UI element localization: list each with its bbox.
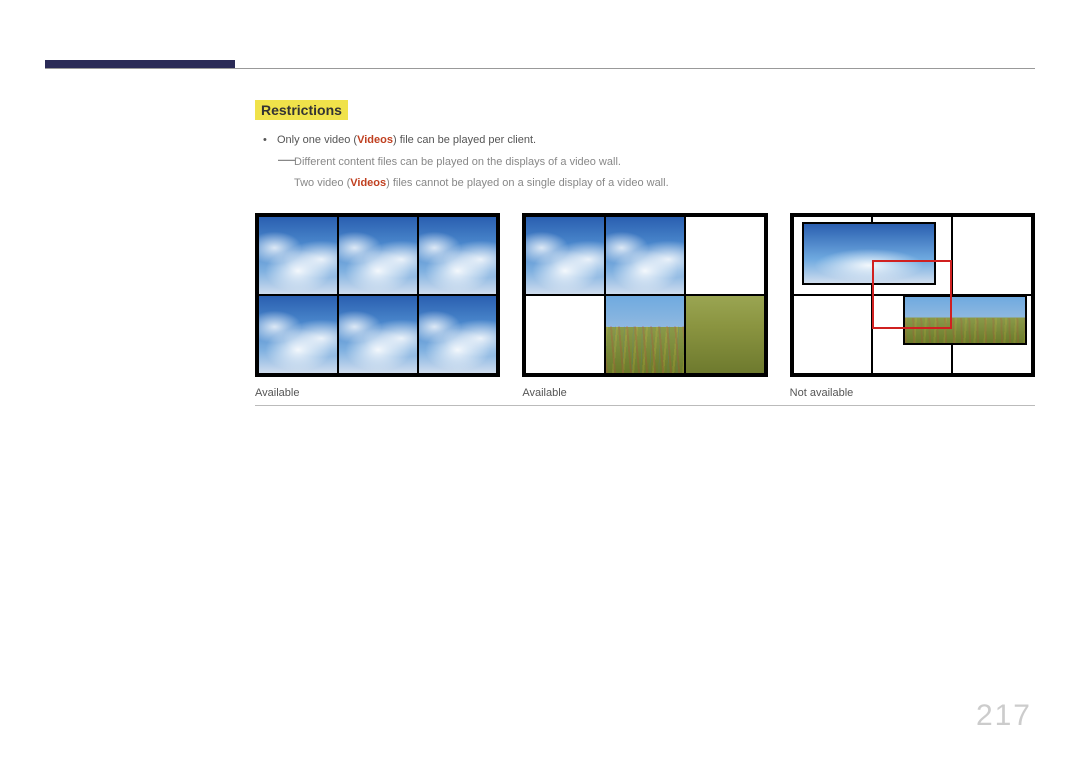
note-line-2-em: Videos — [350, 177, 386, 189]
note-line-2-pre: Two video ( — [294, 177, 350, 189]
captions-row: Available Available Not available — [255, 387, 1035, 406]
page-number: 217 — [976, 699, 1032, 733]
bullet-text-post: ) file can be played per client. — [393, 134, 536, 146]
cell — [418, 216, 498, 295]
note-dash-icon: ― — [278, 154, 296, 164]
note-line-1: Different content files can be played on… — [294, 154, 1035, 171]
cell — [793, 295, 873, 374]
cell — [525, 216, 605, 295]
cell — [605, 295, 685, 374]
cell — [952, 216, 1032, 295]
cell — [258, 295, 338, 374]
restriction-bullet: Only one video (Videos) file can be play… — [263, 134, 1035, 146]
video-piece-sky — [802, 222, 936, 285]
section-title: Restrictions — [255, 100, 348, 120]
header-rule — [45, 68, 1035, 69]
cell — [338, 295, 418, 374]
videowall-3 — [790, 213, 1035, 377]
cell — [685, 216, 765, 295]
videowall-2 — [522, 213, 767, 377]
header-accent-bar — [45, 60, 235, 68]
videowall-1 — [255, 213, 500, 377]
cell — [685, 295, 765, 374]
caption-1: Available — [255, 387, 500, 399]
cell — [418, 295, 498, 374]
note-block: ― Different content files can be played … — [277, 154, 1035, 191]
caption-3: Not available — [790, 387, 1035, 399]
bullet-text-em: Videos — [357, 134, 393, 146]
figures-row — [255, 213, 1035, 377]
note-line-2: Two video (Videos) files cannot be playe… — [294, 175, 1035, 192]
caption-2: Available — [522, 387, 767, 399]
video-piece-field — [903, 295, 1027, 345]
cell — [605, 216, 685, 295]
cell — [338, 216, 418, 295]
note-line-2-post: ) files cannot be played on a single dis… — [386, 177, 669, 189]
cell — [525, 295, 605, 374]
figure-3 — [790, 213, 1035, 377]
bullet-text-pre: Only one video ( — [277, 134, 357, 146]
cell — [258, 216, 338, 295]
figure-1 — [255, 213, 500, 377]
main-content: Restrictions Only one video (Videos) fil… — [255, 100, 1035, 406]
figure-2 — [522, 213, 767, 377]
